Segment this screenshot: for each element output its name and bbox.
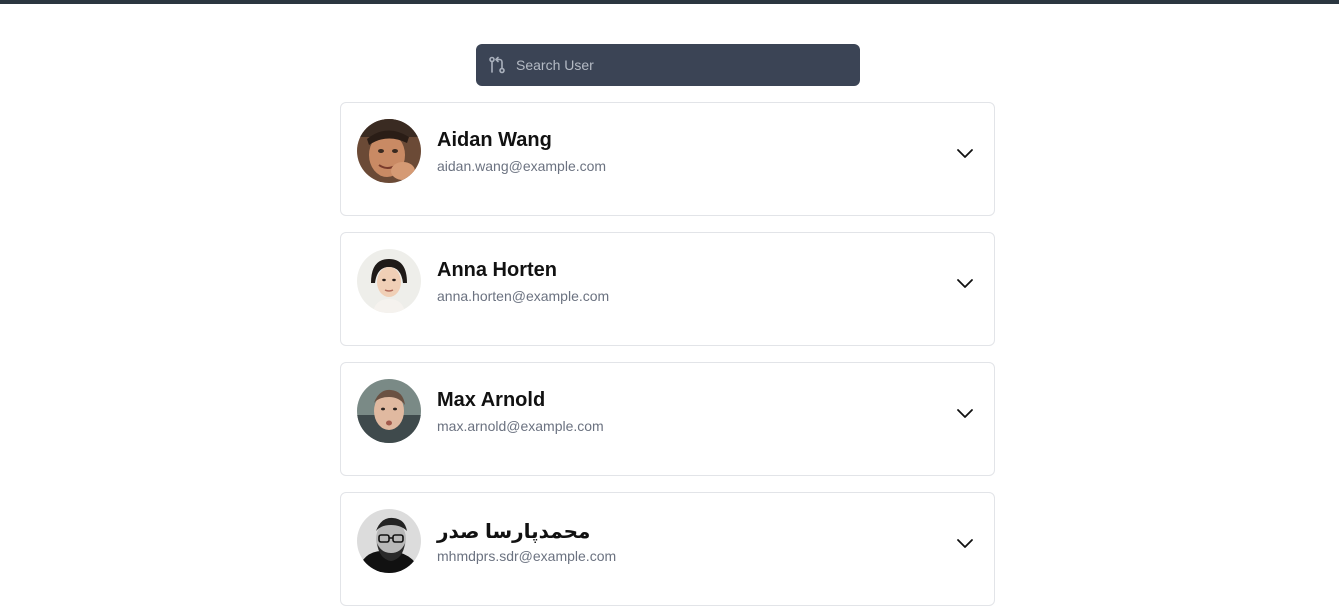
chevron-down-icon[interactable] xyxy=(954,532,976,554)
user-email: mhmdprs.sdr@example.com xyxy=(437,548,617,564)
user-name: Max Arnold xyxy=(437,389,546,411)
avatar xyxy=(357,379,421,443)
user-card[interactable]: Anna Horten anna.horten@example.com xyxy=(340,232,995,346)
avatar xyxy=(357,509,421,573)
avatar xyxy=(357,119,421,183)
chevron-down-icon[interactable] xyxy=(954,272,976,294)
user-name: Anna Horten xyxy=(437,259,557,281)
chevron-down-icon[interactable] xyxy=(954,402,976,424)
user-name: محمدپارسا صدر xyxy=(437,521,591,543)
search-bar[interactable] xyxy=(476,44,860,86)
chevron-down-icon[interactable] xyxy=(954,142,976,164)
avatar xyxy=(357,249,421,313)
search-input[interactable] xyxy=(516,44,846,86)
top-accent-bar xyxy=(0,0,1339,4)
user-card[interactable]: Aidan Wang aidan.wang@example.com xyxy=(340,102,995,216)
user-email: max.arnold@example.com xyxy=(437,418,604,434)
user-name: Aidan Wang xyxy=(437,129,552,151)
search-icon xyxy=(487,55,507,75)
user-card[interactable]: محمدپارسا صدر mhmdprs.sdr@example.com xyxy=(340,492,995,606)
user-email: aidan.wang@example.com xyxy=(437,158,607,174)
user-card[interactable]: Max Arnold max.arnold@example.com xyxy=(340,362,995,476)
user-email: anna.horten@example.com xyxy=(437,288,610,304)
